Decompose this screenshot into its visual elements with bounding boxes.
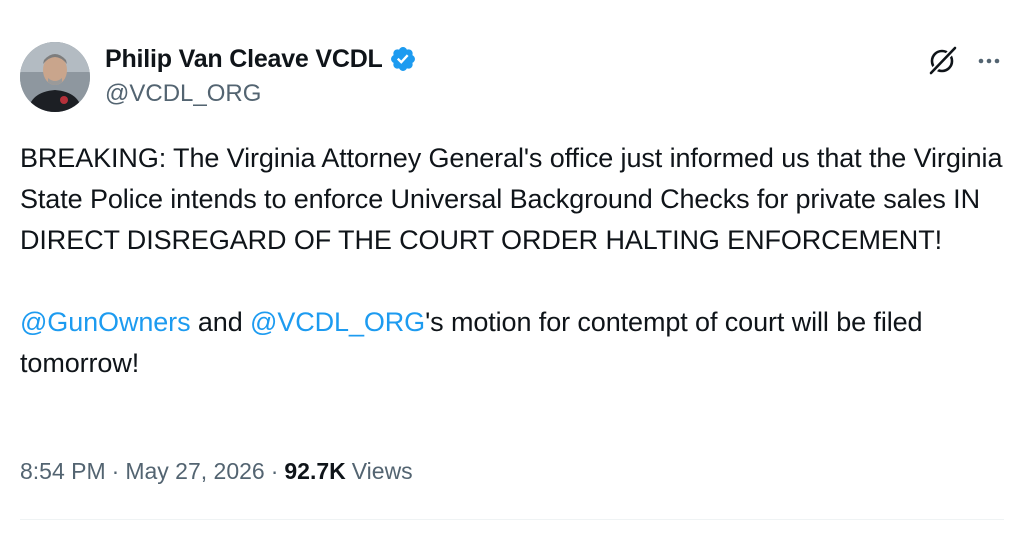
author-display-name[interactable]: Philip Van Cleave VCDL <box>105 45 383 74</box>
more-options-icon[interactable] <box>974 46 1004 76</box>
tweet-paragraph-2: @GunOwners and @VCDL_ORG's motion for co… <box>20 302 1005 384</box>
meta-separator: · <box>111 458 120 484</box>
tweet-actions-top <box>926 44 1004 78</box>
tweet-text: BREAKING: The Virginia Attorney General'… <box>20 138 1005 384</box>
tweet-paragraph-1: BREAKING: The Virginia Attorney General'… <box>20 143 1003 255</box>
tweet-container: Philip Van Cleave VCDL @VCDL_ORG BREAKIN… <box>0 0 1024 538</box>
mention-link-vcdl[interactable]: @VCDL_ORG <box>250 307 425 337</box>
author-block: Philip Van Cleave VCDL @VCDL_ORG <box>105 44 417 108</box>
name-row: Philip Van Cleave VCDL <box>105 44 417 74</box>
avatar[interactable] <box>20 42 90 112</box>
avatar-image <box>20 42 90 112</box>
meta-separator: · <box>270 458 279 484</box>
author-handle[interactable]: @VCDL_ORG <box>105 80 417 108</box>
tweet-time[interactable]: 8:54 PM <box>20 458 106 485</box>
tweet-date[interactable]: May 27, 2026 <box>125 458 264 485</box>
divider <box>20 519 1004 520</box>
grok-icon[interactable] <box>926 44 960 78</box>
views-label: Views <box>351 458 413 484</box>
tweet-text-and: and <box>190 307 251 337</box>
views-count: 92.7K <box>284 458 346 484</box>
mention-link-gunowners[interactable]: @GunOwners <box>20 307 191 337</box>
verified-badge-icon[interactable] <box>389 45 417 73</box>
tweet-metadata: 8:54 PM · May 27, 2026 · 92.7K Views <box>20 458 413 485</box>
